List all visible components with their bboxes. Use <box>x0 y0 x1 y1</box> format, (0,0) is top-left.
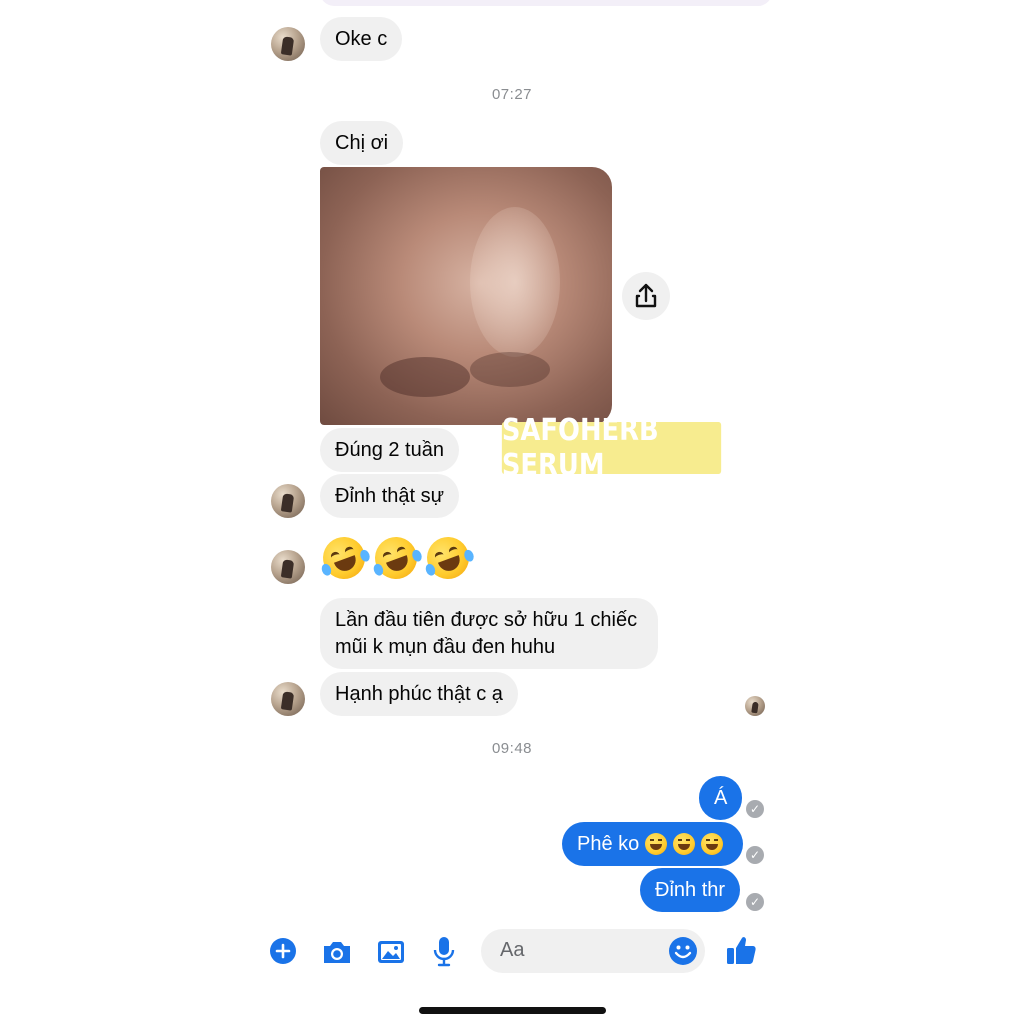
add-button[interactable] <box>269 937 297 965</box>
home-indicator[interactable] <box>419 1007 606 1014</box>
message-text: Hạnh phúc thật c ạ <box>335 682 503 705</box>
photo-attachment[interactable] <box>320 167 612 425</box>
camera-button[interactable] <box>321 938 353 966</box>
watermark-text: SAFOHERB SERUM <box>501 413 659 483</box>
message-input-placeholder: Aa <box>500 939 525 961</box>
message-text: Phê ko <box>577 832 640 855</box>
share-icon <box>635 283 657 308</box>
contact-avatar[interactable] <box>271 484 305 518</box>
share-button[interactable] <box>622 272 670 320</box>
message-bubble-outgoing[interactable]: Phê ko <box>562 822 743 866</box>
message-text: Đỉnh thr <box>655 878 726 901</box>
rolling-laughing-emoji-icon <box>317 531 372 585</box>
laughing-emoji-icon <box>673 833 696 855</box>
message-text: Đỉnh thật sự <box>335 484 444 507</box>
message-bubble-incoming[interactable]: Đúng 2 tuần <box>320 428 459 472</box>
seen-receipt-avatar <box>745 696 765 716</box>
timestamp: 09:48 <box>491 740 533 757</box>
message-bubble-outgoing[interactable]: Đỉnh thr <box>640 868 741 912</box>
contact-avatar[interactable] <box>271 27 305 61</box>
delivered-check-icon: ✓ <box>746 800 764 818</box>
previous-message-fragment <box>320 0 772 6</box>
laughing-emoji-icon <box>701 833 724 855</box>
message-text: Oke c <box>335 27 388 50</box>
microphone-button[interactable] <box>432 935 456 967</box>
smiley-icon <box>669 937 697 965</box>
delivered-check-icon: ✓ <box>746 893 764 911</box>
message-bubble-outgoing[interactable]: Á <box>699 776 743 820</box>
rolling-laughing-emoji-icon <box>421 531 476 585</box>
message-text: Á <box>714 786 728 809</box>
message-bubble-incoming[interactable]: Hạnh phúc thật c ạ <box>320 672 518 716</box>
photo-nostril-right <box>470 352 550 387</box>
delivered-check-icon: ✓ <box>746 846 764 864</box>
message-bubble-incoming[interactable]: Chị ơi <box>320 121 404 165</box>
plus-icon <box>270 938 296 964</box>
timestamp: 07:27 <box>491 86 533 103</box>
photo-highlight <box>470 207 560 357</box>
message-text: Chị ơi <box>335 131 389 154</box>
message-bubble-incoming[interactable]: Lần đầu tiên được sở hữu 1 chiếc mũi k m… <box>320 598 658 669</box>
message-text: Lần đầu tiên được sở hữu 1 chiếc mũi k m… <box>335 609 638 658</box>
contact-avatar[interactable] <box>271 550 305 584</box>
thumbs-up-icon <box>727 937 756 964</box>
message-bubble-incoming[interactable]: Đỉnh thật sự <box>320 474 459 518</box>
rolling-laughing-emoji-icon <box>369 531 424 585</box>
photo-nostril-left <box>380 357 470 397</box>
image-icon <box>378 941 404 963</box>
camera-icon <box>324 942 350 963</box>
microphone-icon <box>433 937 455 967</box>
message-text: Đúng 2 tuần <box>335 438 444 461</box>
message-input[interactable]: Aa <box>481 929 705 973</box>
watermark-label: SAFOHERB SERUM <box>501 413 722 483</box>
gallery-button[interactable] <box>376 938 406 966</box>
message-bubble-incoming[interactable]: Oke c <box>320 17 403 61</box>
contact-avatar[interactable] <box>271 682 305 716</box>
like-button[interactable] <box>725 934 757 966</box>
emoji-picker-button[interactable] <box>668 936 698 966</box>
laughing-emoji-icon <box>645 833 668 855</box>
emoji-message[interactable] <box>317 531 476 585</box>
